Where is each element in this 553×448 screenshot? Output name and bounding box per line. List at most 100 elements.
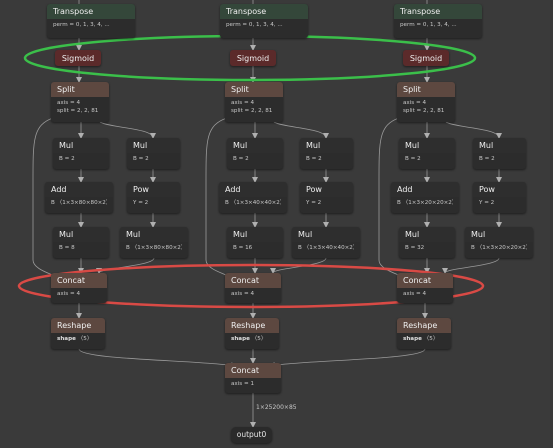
transpose-perm: perm = 0, 1, 3, 4, ... [226,22,283,28]
concat-axis: axis = 4 [403,291,427,297]
split-sizes: split = 2, 2, 81 [403,108,445,114]
mul-node-0a[interactable]: Mul B = 2 [53,138,109,169]
split-axis: axis = 4 [403,100,427,106]
mul-node-1b[interactable]: Mul B = 2 [300,138,353,169]
mul-title: Mul [227,227,283,242]
mul-title: Mul [227,138,283,153]
split-title: Split [51,82,109,97]
add-attr: B 〈1×3×80×80×2〉 [51,200,107,206]
split-axis: axis = 4 [231,100,255,106]
mul-title: Mul [53,138,109,153]
concat-node-0[interactable]: Concat axis = 4 [51,273,107,303]
mul-attr: B = 2 [306,156,322,162]
mul-attr: B = 2 [59,156,75,162]
final-concat-node[interactable]: Concat axis = 1 [225,363,281,393]
mul-attr: B 〈1×3×80×80×2〉 [126,245,182,251]
mul-node-2d[interactable]: Mul B 〈1×3×20×20×2〉 [465,227,533,258]
transpose-node-2[interactable]: Transpose perm = 0, 1, 3, 4, ... [394,4,482,38]
mul-node-0b[interactable]: Mul B = 2 [127,138,180,169]
reshape-attr-val: 〈5〉 [423,336,439,342]
pow-attr: Y = 2 [133,200,149,206]
add-node-2[interactable]: Add B 〈1×3×20×20×2〉 [391,182,459,213]
split-node-2[interactable]: Split axis = 4 split = 2, 2, 81 [397,82,455,122]
transpose-perm: perm = 0, 1, 3, 4, ... [53,22,110,28]
concat-node-1[interactable]: Concat axis = 4 [225,273,281,303]
pow-node-0[interactable]: Pow Y = 2 [127,182,180,213]
mul-node-2b[interactable]: Mul B = 2 [473,138,526,169]
edge-split-mulb-0 [99,121,156,139]
pow-node-1[interactable]: Pow Y = 2 [300,182,353,213]
reshape-attr-key: shape [231,336,250,342]
sigmoid-node-0[interactable]: Sigmoid [55,50,101,66]
add-attr: B 〈1×3×20×20×2〉 [397,200,453,206]
mul-title: Mul [120,227,188,242]
mul-attr: B 〈1×3×40×40×2〉 [298,245,354,251]
mul-title: Mul [53,227,109,242]
mul-node-1c[interactable]: Mul B = 16 [227,227,283,258]
reshape-attr-key: shape [57,336,76,342]
concat-node-2[interactable]: Concat axis = 4 [397,273,453,303]
pow-attr: Y = 2 [306,200,322,206]
reshape-title: Reshape [225,318,279,333]
reshape-title: Reshape [51,318,105,333]
reshape-node-2[interactable]: Reshape shape 〈5〉 [397,318,451,349]
sigmoid-title: Sigmoid [230,50,276,66]
output-node[interactable]: output0 [231,427,272,443]
mul-node-0d[interactable]: Mul B 〈1×3×80×80×2〉 [120,227,188,258]
reshape-attr-val: 〈5〉 [251,336,267,342]
mul-attr: B = 2 [405,156,421,162]
add-node-0[interactable]: Add B 〈1×3×80×80×2〉 [45,182,113,213]
concat-axis: axis = 4 [231,291,255,297]
split-node-1[interactable]: Split axis = 4 split = 2, 2, 81 [225,82,283,122]
reshape-attr: shape 〈5〉 [57,335,99,343]
edge-split-mulb-1 [273,121,329,139]
reshape-attr: shape 〈5〉 [403,335,445,343]
mul-node-1a[interactable]: Mul B = 2 [227,138,283,169]
sigmoid-node-1[interactable]: Sigmoid [230,50,276,66]
mul-title: Mul [292,227,360,242]
concat-title: Concat [225,273,281,288]
edge-muld-concat-2 [442,257,500,274]
transpose-title: Transpose [220,4,308,19]
add-title: Add [391,182,459,197]
add-title: Add [219,182,287,197]
mul-attr: B = 32 [405,245,425,251]
concat-axis: axis = 4 [57,291,81,297]
output-shape-label: 1×25200×85 [256,404,297,411]
transpose-node-1[interactable]: Transpose perm = 0, 1, 3, 4, ... [220,4,308,38]
mul-attr: B = 2 [233,156,249,162]
split-sizes: split = 2, 2, 81 [231,108,273,114]
split-node-0[interactable]: Split axis = 4 split = 2, 2, 81 [51,82,109,122]
pow-title: Pow [300,182,353,197]
mul-node-2a[interactable]: Mul B = 2 [399,138,455,169]
pow-title: Pow [473,182,526,197]
edge-muld-concat-0 [96,257,155,274]
pow-node-2[interactable]: Pow Y = 2 [473,182,526,213]
transpose-node-0[interactable]: Transpose perm = 0, 1, 3, 4, ... [47,4,135,38]
mul-node-1d[interactable]: Mul B 〈1×3×40×40×2〉 [292,227,360,258]
reshape-node-1[interactable]: Reshape shape 〈5〉 [225,318,279,349]
mul-title: Mul [300,138,353,153]
mul-title: Mul [465,227,533,242]
mul-attr: B = 16 [233,245,253,251]
reshape-attr: shape 〈5〉 [231,335,273,343]
split-title: Split [397,82,455,97]
split-axis: axis = 4 [57,100,81,106]
reshape-attr-key: shape [403,336,422,342]
add-attr: B 〈1×3×40×40×2〉 [225,200,281,206]
reshape-node-0[interactable]: Reshape shape 〈5〉 [51,318,105,349]
mul-node-2c[interactable]: Mul B = 32 [399,227,455,258]
mul-attr: B = 8 [59,245,75,251]
concat-title: Concat [51,273,107,288]
concat-axis: axis = 1 [231,381,255,387]
add-node-1[interactable]: Add B 〈1×3×40×40×2〉 [219,182,287,213]
add-title: Add [45,182,113,197]
mul-title: Mul [399,227,455,242]
transpose-title: Transpose [47,4,135,19]
sigmoid-title: Sigmoid [55,50,101,66]
mul-title: Mul [399,138,455,153]
split-title: Split [225,82,283,97]
pow-title: Pow [127,182,180,197]
mul-node-0c[interactable]: Mul B = 8 [53,227,109,258]
sigmoid-node-2[interactable]: Sigmoid [403,50,449,66]
